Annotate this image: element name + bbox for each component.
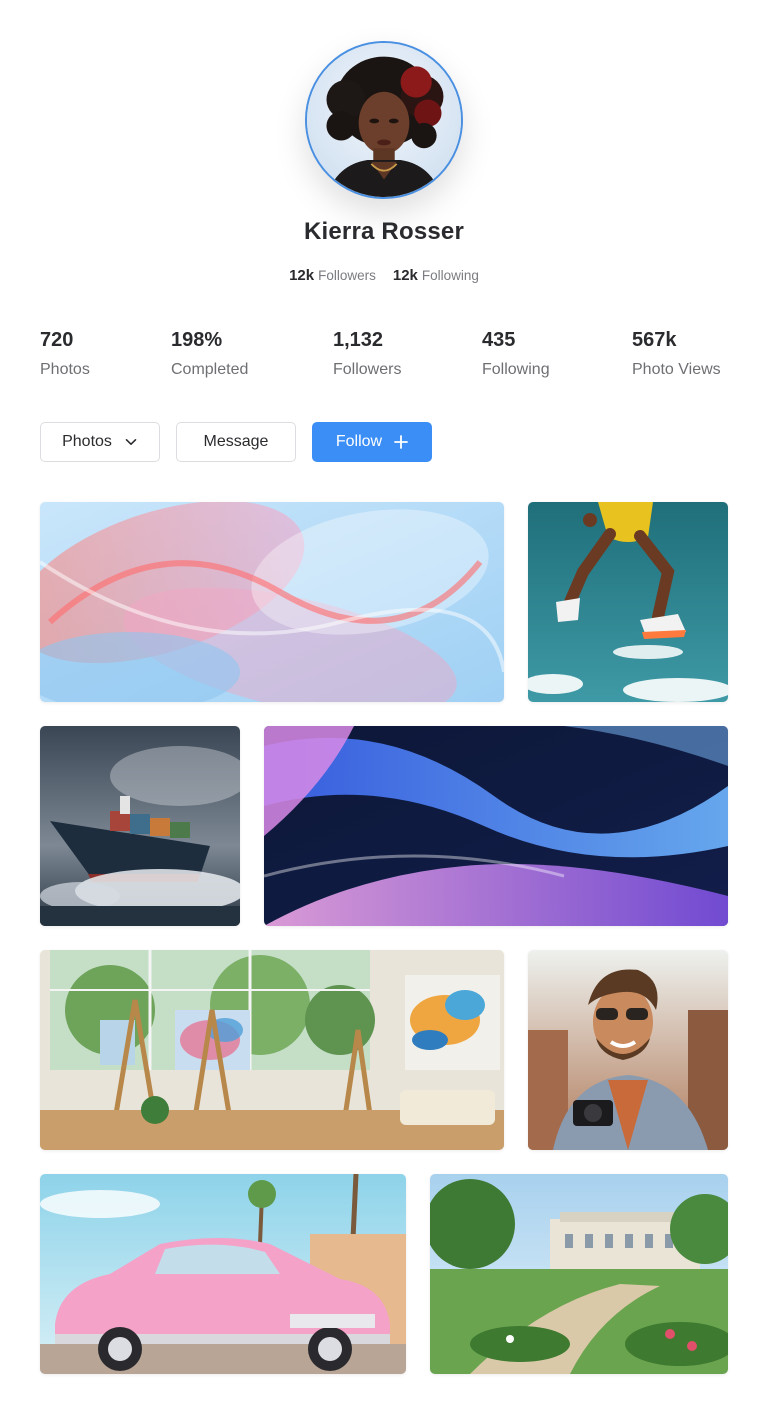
stat-completed: 198% Completed: [171, 327, 248, 380]
stat-label: Followers: [333, 361, 402, 378]
follow-button-label: Follow: [335, 433, 383, 450]
stat-label: Following: [482, 361, 550, 378]
photo-image: [40, 502, 504, 702]
stat-following: 435 Following: [482, 327, 550, 380]
gallery-photo-athlete[interactable]: [528, 502, 728, 702]
stat-value: 435: [482, 329, 516, 351]
plus-icon: [394, 435, 409, 449]
gallery-photo-pink-car[interactable]: [40, 1174, 406, 1374]
message-button-label: Message: [203, 433, 269, 450]
avatar-image: [307, 43, 461, 197]
stat-value: 198%: [171, 329, 223, 351]
avatar[interactable]: [305, 41, 463, 199]
profile-name: Kierra Rosser: [303, 218, 465, 245]
stat-photos: 720 Photos: [40, 327, 90, 380]
gallery-photo-ship[interactable]: [40, 726, 240, 926]
gallery-photo-abstract-blue[interactable]: [264, 726, 728, 926]
photo-image: [264, 726, 728, 926]
stat-label: Photo Views: [632, 361, 721, 378]
stat-value: 720: [40, 329, 74, 351]
followers-count: 12k: [289, 267, 315, 284]
message-button[interactable]: Message: [176, 422, 296, 462]
gallery-photo-man-camera[interactable]: [528, 950, 728, 1150]
photo-image: [528, 502, 728, 702]
chevron-down-icon: [124, 435, 138, 449]
following-count: 12k: [392, 267, 418, 284]
stat-followers: 1,132 Followers: [333, 327, 401, 380]
stat-label: Photos: [40, 361, 90, 378]
stat-label: Completed: [171, 361, 249, 378]
following-label: Following: [421, 268, 479, 283]
stat-value: 1,132: [333, 329, 384, 351]
photo-image: [528, 950, 728, 1150]
stat-photo-views: 567k Photo Views: [632, 327, 721, 380]
photo-image: [40, 1174, 406, 1374]
social-counts: 12k Followers 12k Following: [0, 267, 768, 284]
gallery-photo-art-studio[interactable]: [40, 950, 504, 1150]
stat-value: 567k: [632, 329, 677, 351]
photos-dropdown[interactable]: Photos: [40, 422, 160, 462]
photo-image: [40, 726, 240, 926]
gallery-photo-abstract-pink[interactable]: [40, 502, 504, 702]
follow-button[interactable]: Follow: [312, 422, 432, 462]
gallery-photo-garden[interactable]: [430, 1174, 728, 1374]
stats-row: 720 Photos 198% Completed 1,132 Follower…: [0, 327, 768, 387]
photo-image: [40, 950, 504, 1150]
photos-dropdown-label: Photos: [62, 433, 112, 450]
followers-label: Followers: [318, 268, 376, 283]
photo-image: [430, 1174, 728, 1374]
